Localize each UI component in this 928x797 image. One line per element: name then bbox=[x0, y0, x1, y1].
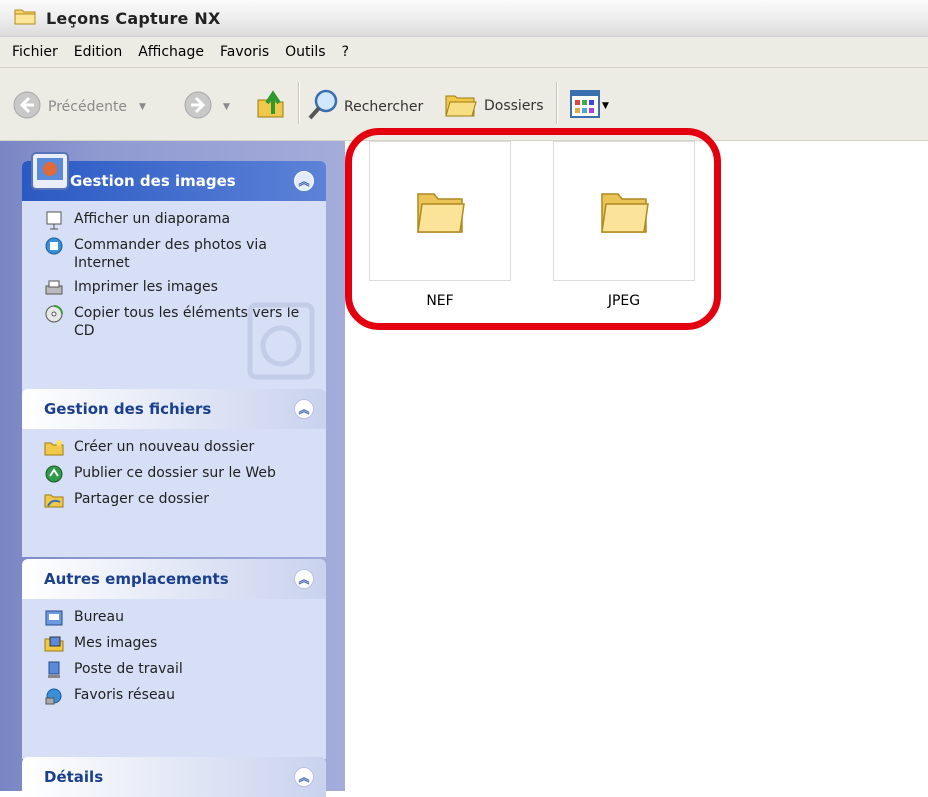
collapse-chevron-icon[interactable]: ︽ bbox=[294, 171, 314, 191]
menu-fichier[interactable]: Fichier bbox=[12, 44, 58, 60]
task-order-prints[interactable]: Commander des photos via Internet bbox=[22, 233, 326, 275]
task-label: Publier ce dossier sur le Web bbox=[74, 465, 276, 481]
views-dropdown-icon[interactable]: ▼ bbox=[602, 101, 609, 111]
slideshow-icon bbox=[44, 210, 64, 230]
task-label: Créer un nouveau dossier bbox=[74, 439, 255, 455]
collapse-chevron-icon[interactable]: ︽ bbox=[294, 569, 314, 589]
menu-bar: Fichier Edition Affichage Favoris Outils… bbox=[0, 37, 928, 68]
panel-details-header[interactable]: Détails ︽ bbox=[22, 757, 326, 797]
panel-details: Détails ︽ bbox=[22, 757, 326, 797]
folders-icon bbox=[444, 90, 478, 122]
task-slideshow[interactable]: Afficher un diaporama bbox=[22, 207, 326, 233]
network-icon bbox=[44, 686, 64, 706]
collapse-chevron-icon[interactable]: ︽ bbox=[294, 767, 314, 787]
place-network[interactable]: Favoris réseau bbox=[22, 683, 326, 709]
window-title: Leçons Capture NX bbox=[46, 8, 221, 28]
task-publish-web[interactable]: Publier ce dossier sur le Web bbox=[22, 461, 326, 487]
up-folder-icon bbox=[255, 88, 287, 124]
desktop-icon bbox=[44, 608, 64, 628]
folder-icon bbox=[14, 7, 36, 29]
folders-button[interactable]: Dossiers bbox=[444, 90, 544, 122]
place-my-pictures[interactable]: Mes images bbox=[22, 631, 326, 657]
search-button[interactable]: Rechercher bbox=[306, 88, 423, 126]
menu-edition[interactable]: Edition bbox=[74, 44, 122, 60]
search-icon bbox=[306, 88, 340, 126]
place-label: Poste de travail bbox=[74, 661, 183, 677]
task-label: Commander des photos via Internet bbox=[74, 237, 267, 271]
forward-arrow-icon bbox=[183, 90, 213, 124]
task-print-pictures[interactable]: Imprimer les images bbox=[22, 275, 326, 301]
highlight-annotation bbox=[345, 128, 721, 330]
place-label: Bureau bbox=[74, 609, 124, 625]
forward-dropdown-icon[interactable]: ▼ bbox=[223, 102, 230, 112]
task-label: Afficher un diaporama bbox=[74, 211, 231, 227]
panel-file-tasks: Gestion des fichiers ︽ Créer un nouveau … bbox=[22, 389, 326, 557]
search-label: Rechercher bbox=[344, 99, 424, 115]
forward-button[interactable]: ▼ bbox=[183, 90, 230, 124]
back-dropdown-icon[interactable]: ▼ bbox=[139, 102, 146, 112]
place-label: Favoris réseau bbox=[74, 687, 176, 703]
panel-other-places-header[interactable]: Autres emplacements ︽ bbox=[22, 559, 326, 599]
back-arrow-icon bbox=[12, 90, 42, 124]
publish-web-icon bbox=[44, 464, 64, 484]
panel-title: Gestion des images bbox=[70, 172, 236, 190]
collapse-chevron-icon[interactable]: ︽ bbox=[294, 399, 314, 419]
share-folder-icon bbox=[44, 490, 64, 510]
menu-favoris[interactable]: Favoris bbox=[220, 44, 269, 60]
panel-other-places: Autres emplacements ︽ Bureau Mes images … bbox=[22, 559, 326, 759]
folders-label: Dossiers bbox=[484, 98, 544, 114]
views-icon bbox=[570, 90, 600, 122]
panel-file-tasks-header[interactable]: Gestion des fichiers ︽ bbox=[22, 389, 326, 429]
panel-title: Autres emplacements bbox=[44, 570, 229, 588]
back-label: Précédente bbox=[48, 99, 128, 115]
my-pictures-icon bbox=[44, 634, 64, 654]
place-desktop[interactable]: Bureau bbox=[22, 605, 326, 631]
place-label: Mes images bbox=[74, 635, 158, 651]
views-button[interactable]: ▼ bbox=[570, 90, 609, 122]
title-bar: Leçons Capture NX bbox=[0, 0, 928, 37]
back-button[interactable]: Précédente ▼ bbox=[12, 90, 146, 124]
place-my-computer[interactable]: Poste de travail bbox=[22, 657, 326, 683]
order-prints-icon bbox=[44, 236, 64, 256]
new-folder-icon bbox=[44, 438, 64, 458]
task-label: Imprimer les images bbox=[74, 279, 218, 295]
computer-icon bbox=[44, 660, 64, 680]
panel-title: Détails bbox=[44, 768, 104, 786]
menu-help[interactable]: ? bbox=[342, 44, 349, 60]
panel-image-tasks: Gestion des images ︽ Afficher un diapora… bbox=[22, 152, 326, 405]
task-new-folder[interactable]: Créer un nouveau dossier bbox=[22, 435, 326, 461]
printer-icon bbox=[44, 278, 64, 298]
menu-outils[interactable]: Outils bbox=[285, 44, 325, 60]
watermark-icon bbox=[247, 302, 315, 380]
up-folder-button[interactable] bbox=[255, 88, 287, 124]
task-label: Partager ce dossier bbox=[74, 491, 209, 507]
picture-tasks-icon bbox=[30, 151, 70, 195]
cd-icon bbox=[44, 304, 64, 324]
panel-title: Gestion des fichiers bbox=[44, 400, 212, 418]
task-share-folder[interactable]: Partager ce dossier bbox=[22, 487, 326, 513]
task-pane: Gestion des images ︽ Afficher un diapora… bbox=[0, 141, 345, 797]
menu-affichage[interactable]: Affichage bbox=[138, 44, 204, 60]
